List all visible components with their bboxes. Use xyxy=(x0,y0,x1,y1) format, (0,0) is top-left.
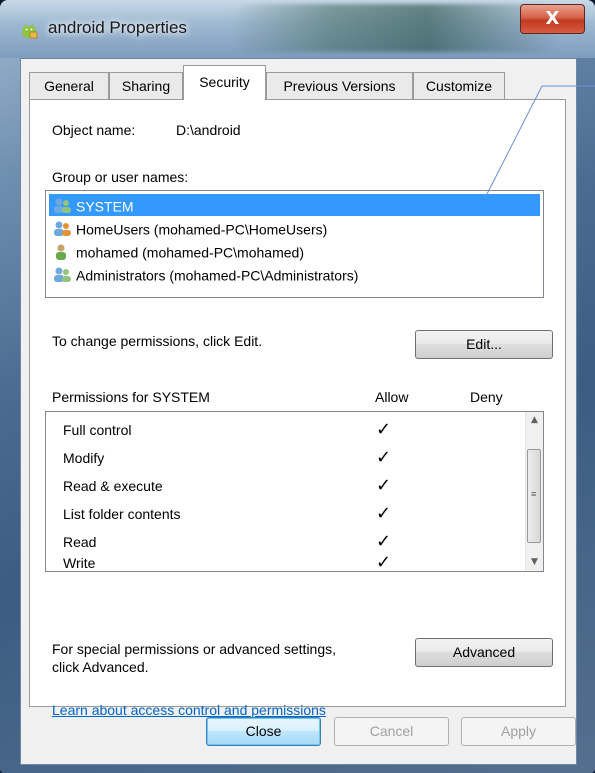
tab-security-label: Security xyxy=(199,74,250,90)
tab-security[interactable]: Security xyxy=(183,65,266,100)
annotation-pointer-line xyxy=(484,85,595,199)
window-frame: android Properties X General Sharing Sec… xyxy=(0,0,595,773)
